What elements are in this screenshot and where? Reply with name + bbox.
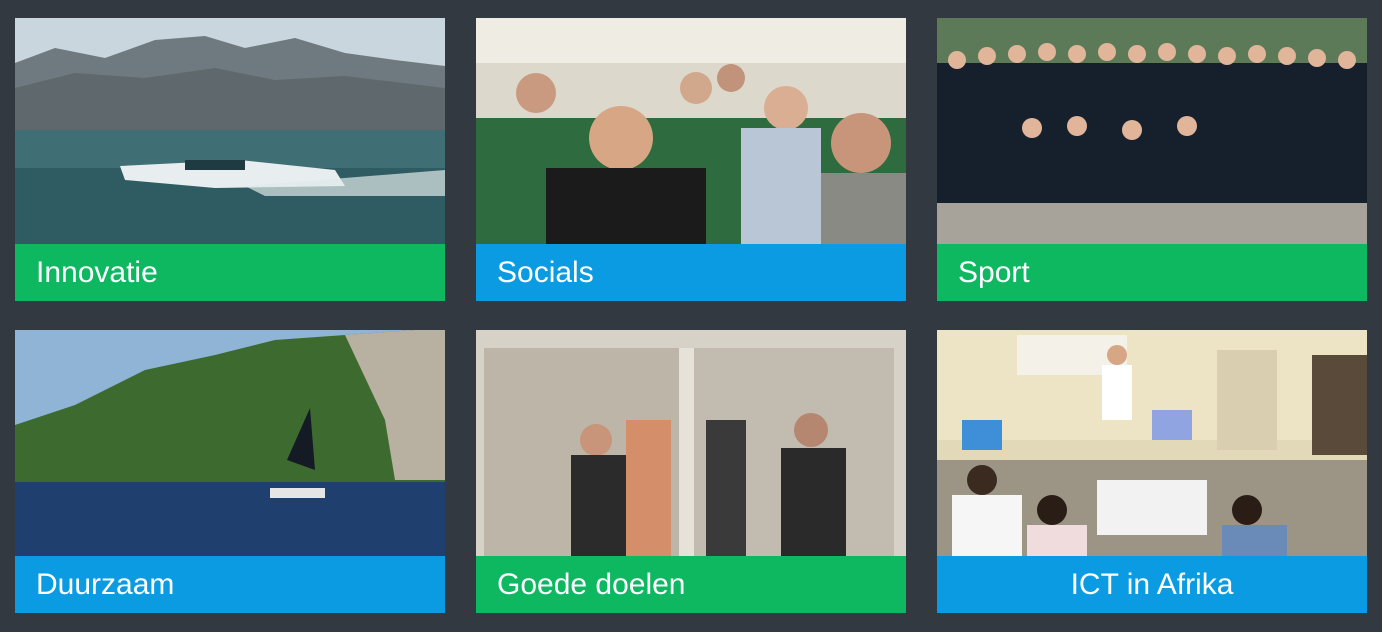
tile-label-socials[interactable]: Socials bbox=[476, 244, 906, 301]
tile-label-duurzaam[interactable]: Duurzaam bbox=[15, 556, 445, 613]
duurzaam-photo bbox=[15, 330, 445, 556]
tile-ict-in-afrika[interactable]: ICT in Afrika bbox=[937, 330, 1367, 613]
tile-goede-doelen[interactable]: Goede doelen bbox=[476, 330, 906, 613]
tile-sport[interactable]: Sport bbox=[937, 18, 1367, 301]
sport-photo bbox=[937, 18, 1367, 244]
tile-label-ict-in-afrika[interactable]: ICT in Afrika bbox=[937, 556, 1367, 613]
innovatie-photo bbox=[15, 18, 445, 244]
ict-in-afrika-photo bbox=[937, 330, 1367, 556]
socials-photo bbox=[476, 18, 906, 244]
tile-label-sport[interactable]: Sport bbox=[937, 244, 1367, 301]
goede-doelen-photo bbox=[476, 330, 906, 556]
tile-label-innovatie[interactable]: Innovatie bbox=[15, 244, 445, 301]
tile-socials[interactable]: Socials bbox=[476, 18, 906, 301]
tile-innovatie[interactable]: Innovatie bbox=[15, 18, 445, 301]
tile-duurzaam[interactable]: Duurzaam bbox=[15, 330, 445, 613]
tile-label-goede-doelen[interactable]: Goede doelen bbox=[476, 556, 906, 613]
